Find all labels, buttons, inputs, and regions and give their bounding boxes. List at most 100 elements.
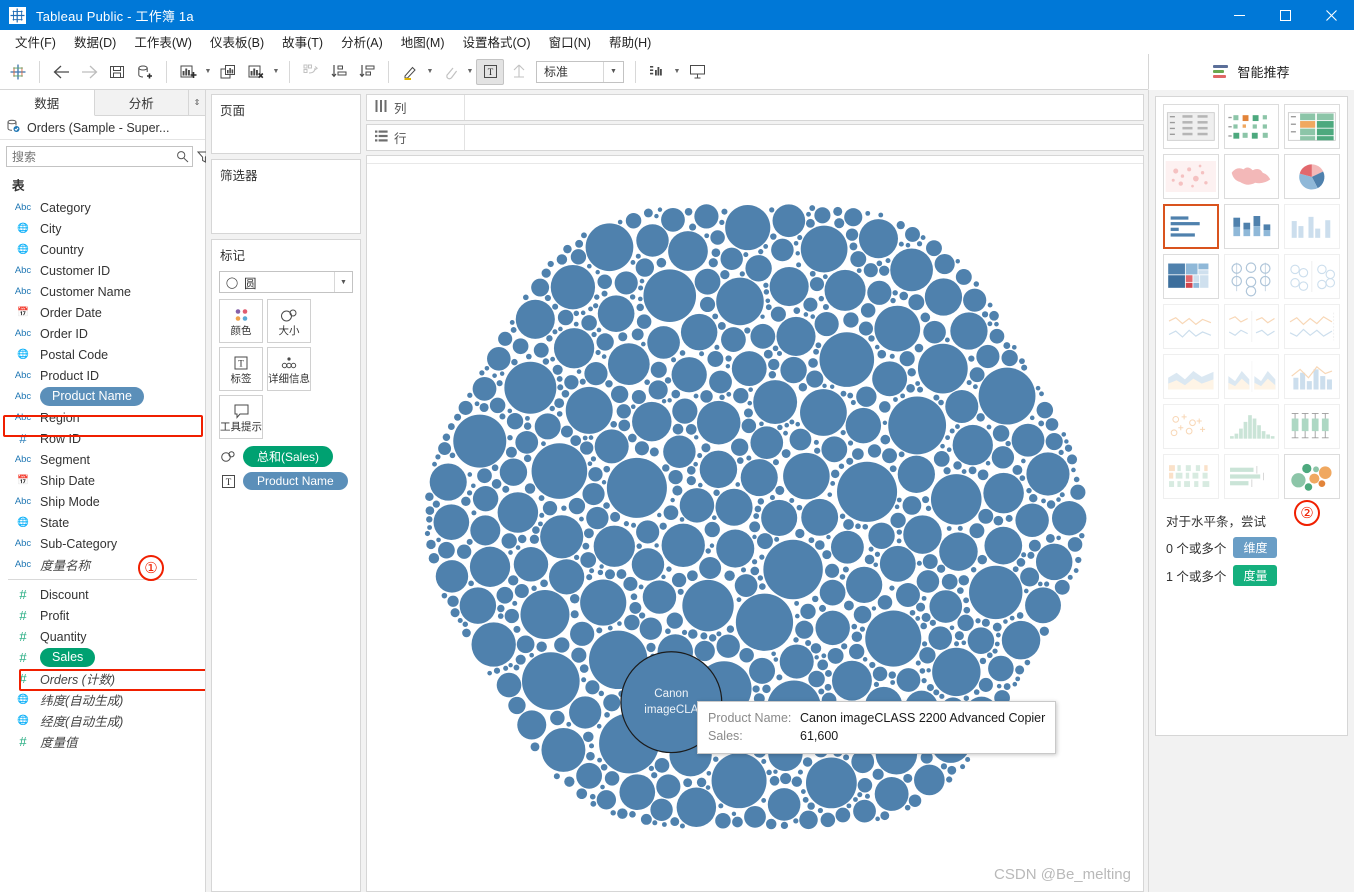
highlight-dropdown-icon[interactable]: ▼ bbox=[424, 59, 436, 85]
new-worksheet-button[interactable] bbox=[174, 59, 202, 85]
fix-axes-button[interactable] bbox=[504, 59, 532, 85]
group-dropdown-icon[interactable]: ▼ bbox=[464, 59, 476, 85]
mark-type-select[interactable]: ◯ 圆 ▼ bbox=[219, 271, 353, 293]
show-me-line-discrete-icon[interactable] bbox=[1163, 304, 1219, 349]
show-me-area-continuous-icon[interactable] bbox=[1163, 354, 1219, 399]
show-me-area-discrete-icon[interactable] bbox=[1223, 354, 1280, 399]
field-city[interactable]: 🌐 City bbox=[0, 218, 205, 239]
field-postal-code[interactable]: 🌐 Postal Code bbox=[0, 344, 205, 365]
tab-data[interactable]: 数据 bbox=[0, 90, 95, 116]
marks-pill-size[interactable]: 总和(Sales) bbox=[218, 446, 354, 467]
show-me-box-plot-icon[interactable] bbox=[1284, 404, 1340, 449]
show-me-treemap-icon[interactable] bbox=[1163, 254, 1219, 299]
field-country[interactable]: 🌐 Country bbox=[0, 239, 205, 260]
marks-color-button[interactable]: 颜色 bbox=[219, 299, 263, 343]
show-me-symbol-map-icon[interactable] bbox=[1163, 154, 1219, 199]
show-me-pie-chart-icon[interactable] bbox=[1284, 154, 1340, 199]
field-quantity[interactable]: # Quantity bbox=[0, 626, 205, 647]
show-mark-labels-button[interactable]: T bbox=[476, 58, 504, 85]
marks-detail-button[interactable]: 详细信息 bbox=[267, 347, 311, 391]
search-input[interactable] bbox=[7, 149, 172, 164]
field-product-name[interactable]: Abc Product Name bbox=[0, 386, 205, 407]
search-input-wrap[interactable] bbox=[6, 146, 193, 167]
field-region[interactable]: Abc Region bbox=[0, 407, 205, 428]
back-button[interactable] bbox=[47, 59, 75, 85]
fit-select[interactable]: 标准 ▼ bbox=[536, 60, 624, 83]
show-me-gantt-icon[interactable] bbox=[1163, 454, 1219, 499]
show-me-bullet-graph-icon[interactable] bbox=[1223, 454, 1280, 499]
show-me-histogram-icon[interactable] bbox=[1223, 404, 1280, 449]
columns-shelf-drop[interactable] bbox=[465, 95, 1143, 120]
group-members-button[interactable] bbox=[436, 59, 464, 85]
columns-shelf[interactable]: 列 bbox=[366, 94, 1144, 121]
field-category[interactable]: Abc Category bbox=[0, 197, 205, 218]
marks-pill-label[interactable]: T Product Name bbox=[218, 472, 354, 490]
sort-descending-button[interactable] bbox=[353, 59, 381, 85]
maximize-button[interactable] bbox=[1262, 0, 1308, 30]
data-source-row[interactable]: Orders (Sample - Super... bbox=[0, 116, 205, 140]
show-me-highlight-table-icon[interactable] bbox=[1284, 104, 1340, 149]
field-order-date[interactable]: 📅 Order Date bbox=[0, 302, 205, 323]
new-data-source-button[interactable] bbox=[131, 59, 159, 85]
menu-data[interactable]: 数据(D) bbox=[65, 29, 125, 54]
clear-sheet-button[interactable] bbox=[242, 59, 270, 85]
clear-sheet-dropdown-icon[interactable]: ▼ bbox=[270, 59, 282, 85]
chevron-down-icon[interactable]: ▼ bbox=[603, 61, 623, 82]
field-latitude[interactable]: 🌐 纬度(自动生成) bbox=[0, 689, 205, 710]
field-profit[interactable]: # Profit bbox=[0, 605, 205, 626]
field-sub-category[interactable]: Abc Sub-Category bbox=[0, 533, 205, 554]
show-me-text-table-icon[interactable] bbox=[1163, 104, 1219, 149]
cards-dropdown-icon[interactable]: ▼ bbox=[671, 59, 683, 85]
show-me-tab[interactable]: 智能推荐 bbox=[1148, 54, 1354, 90]
menu-format[interactable]: 设置格式(O) bbox=[454, 29, 540, 54]
field-discount[interactable]: # Discount bbox=[0, 584, 205, 605]
show-me-stacked-bar-icon[interactable] bbox=[1223, 204, 1280, 249]
menu-dashboard[interactable]: 仪表板(B) bbox=[201, 29, 273, 54]
menu-file[interactable]: 文件(F) bbox=[6, 29, 65, 54]
menu-window[interactable]: 窗口(N) bbox=[540, 29, 600, 54]
show-me-line-continuous-icon[interactable] bbox=[1223, 304, 1280, 349]
show-me-side-by-side-circle-icon[interactable] bbox=[1284, 254, 1340, 299]
close-button[interactable] bbox=[1308, 0, 1354, 30]
field-row-id[interactable]: # Row ID bbox=[0, 428, 205, 449]
show-me-horizontal-bar-icon[interactable] bbox=[1163, 204, 1219, 249]
field-measure-names[interactable]: Abc 度量名称 bbox=[0, 554, 205, 575]
field-product-id[interactable]: Abc Product ID bbox=[0, 365, 205, 386]
field-state[interactable]: 🌐 State bbox=[0, 512, 205, 533]
packed-bubbles-chart[interactable]: Canon imageCLA bbox=[367, 164, 1143, 890]
marks-size-button[interactable]: 大小 bbox=[267, 299, 311, 343]
field-order-id[interactable]: Abc Order ID bbox=[0, 323, 205, 344]
show-me-dual-line-icon[interactable] bbox=[1284, 304, 1340, 349]
show-me-side-by-side-bar-icon[interactable] bbox=[1284, 204, 1340, 249]
rows-shelf[interactable]: 行 bbox=[366, 124, 1144, 151]
worksheet-canvas[interactable]: Canon imageCLA Product Name: Canon imageC… bbox=[366, 155, 1144, 892]
show-hide-cards-button[interactable] bbox=[643, 59, 671, 85]
show-me-scatter-plot-icon[interactable] bbox=[1163, 404, 1219, 449]
menu-map[interactable]: 地图(M) bbox=[392, 29, 454, 54]
highlight-button[interactable] bbox=[396, 59, 424, 85]
show-me-dual-combination-icon[interactable] bbox=[1284, 354, 1340, 399]
show-me-circle-view-icon[interactable] bbox=[1223, 254, 1280, 299]
tableau-home-icon[interactable] bbox=[4, 59, 32, 85]
minimize-button[interactable] bbox=[1216, 0, 1262, 30]
duplicate-sheet-button[interactable] bbox=[214, 59, 242, 85]
swap-rows-columns-button[interactable] bbox=[297, 59, 325, 85]
field-ship-date[interactable]: 📅 Ship Date bbox=[0, 470, 205, 491]
field-ship-mode[interactable]: Abc Ship Mode bbox=[0, 491, 205, 512]
rows-shelf-drop[interactable] bbox=[465, 125, 1143, 150]
save-button[interactable] bbox=[103, 59, 131, 85]
presentation-mode-button[interactable] bbox=[683, 59, 711, 85]
field-segment[interactable]: Abc Segment bbox=[0, 449, 205, 470]
field-measure-values[interactable]: # 度量值 bbox=[0, 731, 205, 752]
field-orders-count[interactable]: # Orders (计数) bbox=[0, 668, 205, 689]
field-customer-id[interactable]: Abc Customer ID bbox=[0, 260, 205, 281]
tab-analytics[interactable]: 分析 bbox=[95, 90, 189, 115]
marks-tooltip-button[interactable]: 工具提示 bbox=[219, 395, 263, 439]
menu-analysis[interactable]: 分析(A) bbox=[332, 29, 392, 54]
marks-label-button[interactable]: T 标签 bbox=[219, 347, 263, 391]
menu-worksheet[interactable]: 工作表(W) bbox=[125, 29, 201, 54]
filters-card[interactable]: 筛选器 bbox=[211, 159, 361, 234]
field-customer-name[interactable]: Abc Customer Name bbox=[0, 281, 205, 302]
show-me-packed-bubbles-icon[interactable] bbox=[1284, 454, 1340, 499]
pages-card[interactable]: 页面 bbox=[211, 94, 361, 154]
